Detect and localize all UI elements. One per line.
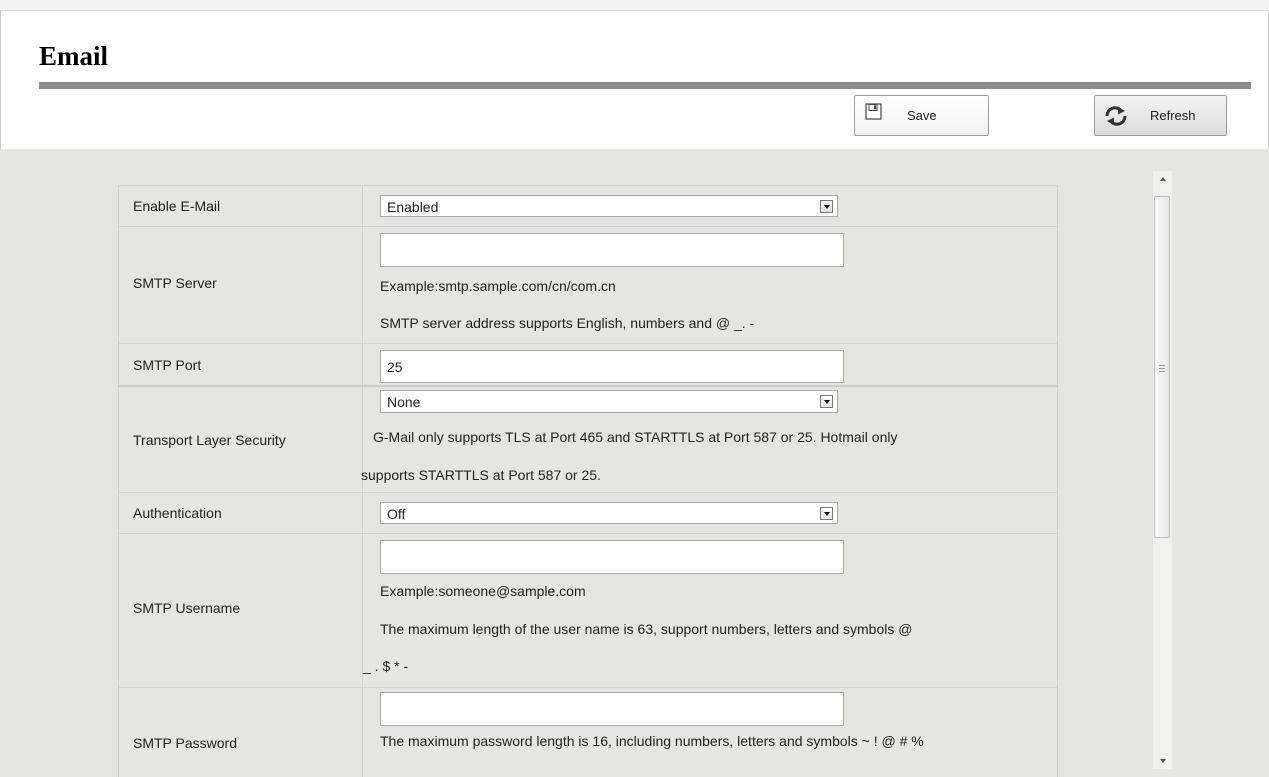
refresh-icon: [1104, 106, 1128, 129]
row-enable-email: Enable E-Mail Enabled: [119, 186, 1057, 227]
smtp-port-label: SMTP Port: [133, 357, 202, 373]
authentication-label: Authentication: [133, 505, 222, 521]
column-divider: [362, 688, 363, 777]
tls-label: Transport Layer Security: [133, 432, 286, 448]
scrollbar-thumb[interactable]: [1154, 196, 1170, 538]
smtp-username-input[interactable]: [380, 540, 844, 574]
chevron-down-icon[interactable]: [820, 507, 833, 520]
enable-email-select[interactable]: Enabled: [380, 195, 838, 217]
page-header: Email Save Refresh: [0, 11, 1269, 150]
smtp-username-label: SMTP Username: [133, 600, 241, 616]
refresh-button-label: Refresh: [1150, 108, 1196, 123]
row-smtp-port: SMTP Port: [119, 344, 1057, 387]
smtp-server-input[interactable]: [380, 233, 844, 267]
save-button[interactable]: Save: [854, 95, 989, 136]
smtp-server-example: Example:smtp.sample.com/cn/com.cn: [380, 278, 616, 294]
vertical-scrollbar[interactable]: [1152, 171, 1172, 769]
enable-email-label: Enable E-Mail: [133, 198, 221, 214]
row-smtp-password: SMTP Password The maximum password lengt…: [119, 688, 1057, 777]
row-smtp-server: SMTP Server Example:smtp.sample.com/cn/c…: [119, 227, 1057, 344]
smtp-username-example: Example:someone@sample.com: [380, 583, 586, 599]
row-tls: Transport Layer Security None G-Mail onl…: [119, 387, 1057, 493]
smtp-server-hint: SMTP server address supports English, nu…: [380, 315, 755, 331]
email-settings-form: Enable E-Mail Enabled SMTP Server Exampl…: [118, 185, 1058, 777]
smtp-password-label: SMTP Password: [133, 735, 237, 751]
refresh-button[interactable]: Refresh: [1094, 95, 1227, 136]
column-divider: [362, 186, 363, 226]
chevron-down-icon[interactable]: [820, 200, 833, 213]
top-strip: [0, 0, 1269, 11]
tls-hint-line2: supports STARTTLS at Port 587 or 25.: [361, 467, 601, 483]
column-divider: [362, 227, 363, 343]
chevron-down-icon[interactable]: [820, 395, 833, 408]
grip-icon: [1159, 365, 1165, 372]
smtp-server-label: SMTP Server: [133, 275, 217, 291]
email-settings-panel: Enable E-Mail Enabled SMTP Server Exampl…: [0, 149, 1269, 777]
smtp-port-input[interactable]: [380, 350, 844, 383]
page-title: Email: [39, 41, 109, 71]
scroll-down-icon[interactable]: [1153, 752, 1172, 769]
save-button-label: Save: [907, 108, 937, 123]
tls-select[interactable]: None: [380, 390, 838, 413]
smtp-password-hint-line1: The maximum password length is 16, inclu…: [380, 733, 924, 749]
row-smtp-username: SMTP Username Example:someone@sample.com…: [119, 534, 1057, 688]
row-authentication: Authentication Off: [119, 493, 1057, 534]
smtp-password-input[interactable]: [380, 692, 844, 726]
tls-hint-line1: G-Mail only supports TLS at Port 465 and…: [373, 429, 898, 445]
smtp-username-hint-line2: _ . $ * -: [363, 658, 409, 674]
scroll-up-icon[interactable]: [1153, 171, 1172, 188]
column-divider: [362, 493, 363, 533]
column-divider: [362, 344, 363, 385]
authentication-select[interactable]: Off: [380, 502, 838, 524]
title-rule: [39, 82, 1251, 89]
floppy-disk-icon: [865, 103, 882, 123]
smtp-username-hint-line1: The maximum length of the user name is 6…: [380, 621, 913, 637]
